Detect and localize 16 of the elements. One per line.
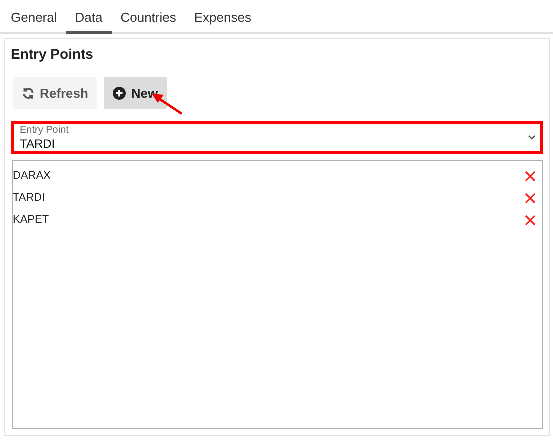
plus-circle-icon	[113, 86, 126, 100]
entry-point-select[interactable]: Entry Point TARDI	[11, 121, 543, 154]
tab[interactable]: Countries	[112, 0, 186, 34]
tab[interactable]: Expenses	[185, 0, 260, 34]
delete-icon[interactable]	[525, 170, 536, 182]
list-item: KAPET	[13, 214, 50, 226]
panel-title: Entry Points	[11, 46, 94, 62]
list-item: TARDI	[13, 192, 46, 204]
refresh-button[interactable]: Refresh	[13, 77, 98, 109]
tab[interactable]: General	[2, 0, 66, 34]
delete-icon[interactable]	[525, 214, 536, 226]
list-item: DARAX	[13, 170, 51, 182]
delete-icon[interactable]	[525, 192, 536, 204]
refresh-icon	[22, 86, 35, 100]
chevron-down-icon	[528, 135, 536, 141]
tab[interactable]: Data	[66, 0, 112, 34]
